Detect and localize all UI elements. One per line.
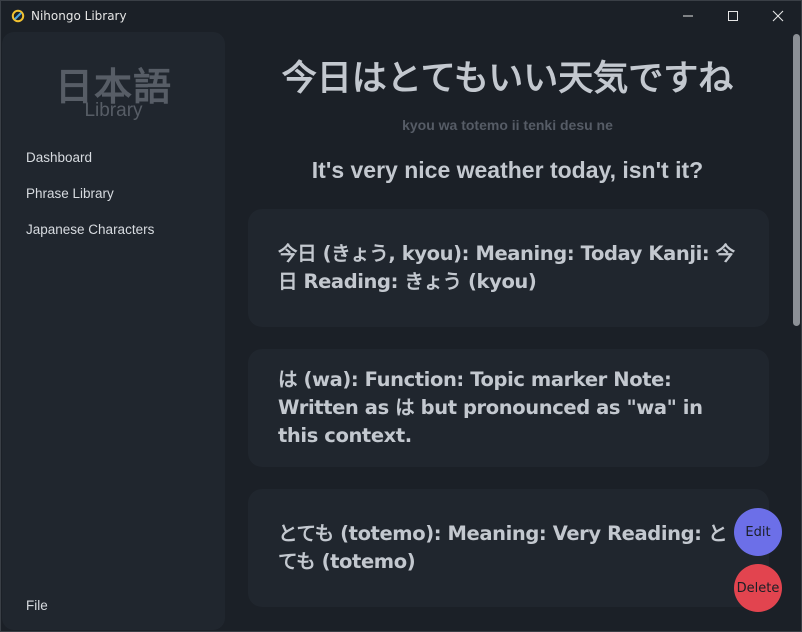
logo-subtitle: Library [84, 100, 143, 121]
window-title: Nihongo Library [31, 9, 127, 23]
phrase-english: It's very nice weather today, isn't it? [311, 157, 704, 183]
phrase-romaji: kyou wa totemo ii tenki desu ne [402, 117, 613, 133]
main-content: 今日はとてもいい天気ですね kyou wa totemo ii tenki de… [226, 32, 789, 631]
minimize-icon [683, 15, 693, 17]
sidebar-item-file[interactable]: File [26, 598, 48, 613]
title-bar: Nihongo Library [1, 1, 801, 31]
maximize-button[interactable] [710, 1, 756, 31]
sidebar-item-phrase-library[interactable]: Phrase Library [26, 186, 114, 201]
scrollbar-thumb[interactable] [793, 34, 800, 326]
app-window: Nihongo Library 日本語 Library Dashboard Ph… [0, 0, 802, 632]
edit-button[interactable]: Edit [734, 508, 782, 556]
sidebar-item-dashboard[interactable]: Dashboard [26, 150, 92, 165]
app-logo-icon [11, 9, 25, 23]
close-button[interactable] [755, 1, 801, 31]
breakdown-card: とても (totemo): Meaning: Very Reading: とても… [248, 489, 769, 607]
phrase-japanese: 今日はとてもいい天気ですね [281, 59, 734, 99]
close-icon [772, 10, 784, 22]
delete-button[interactable]: Delete [734, 564, 782, 612]
scrollbar[interactable] [790, 32, 801, 631]
sidebar-item-japanese-characters[interactable]: Japanese Characters [26, 222, 154, 237]
breakdown-text: とても (totemo): Meaning: Very Reading: とても… [278, 522, 728, 573]
maximize-icon [728, 11, 738, 21]
breakdown-card: 今日 (きょう, kyou): Meaning: Today Kanji: 今日… [248, 209, 769, 327]
breakdown-card: は (wa): Function: Topic marker Note: Wri… [248, 349, 769, 467]
sidebar: 日本語 Library Dashboard Phrase Library Jap… [2, 32, 225, 630]
minimize-button[interactable] [665, 1, 711, 31]
breakdown-text: は (wa): Function: Topic marker Note: Wri… [278, 368, 703, 447]
breakdown-text: 今日 (きょう, kyou): Meaning: Today Kanji: 今日… [278, 242, 735, 293]
